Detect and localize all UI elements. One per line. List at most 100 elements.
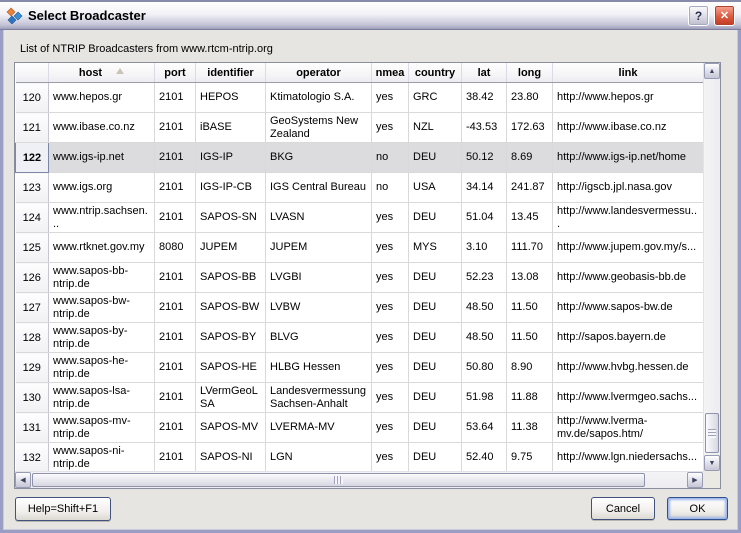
- operator-cell[interactable]: LVASN: [266, 203, 372, 233]
- link-cell[interactable]: http://www.jupem.gov.my/s...: [553, 233, 704, 263]
- scroll-down-button[interactable]: ▼: [704, 455, 720, 471]
- country-cell[interactable]: DEU: [409, 263, 462, 293]
- lat-cell[interactable]: 52.40: [462, 443, 507, 472]
- host-cell[interactable]: www.sapos-bb-ntrip.de: [49, 263, 155, 293]
- operator-cell[interactable]: BKG: [266, 143, 372, 173]
- operator-cell[interactable]: GeoSystems New Zealand: [266, 113, 372, 143]
- cancel-button[interactable]: Cancel: [591, 497, 655, 520]
- table-row[interactable]: 121www.ibase.co.nz2101iBASEGeoSystems Ne…: [16, 113, 704, 143]
- row-number[interactable]: 129: [16, 353, 49, 383]
- nmea-cell[interactable]: yes: [372, 263, 409, 293]
- horizontal-scrollbar[interactable]: ◀ ▶: [15, 471, 703, 488]
- country-cell[interactable]: USA: [409, 173, 462, 203]
- row-number[interactable]: 120: [16, 83, 49, 113]
- row-number[interactable]: 124: [16, 203, 49, 233]
- country-cell[interactable]: DEU: [409, 383, 462, 413]
- nmea-cell[interactable]: no: [372, 173, 409, 203]
- lat-cell[interactable]: 50.12: [462, 143, 507, 173]
- lat-cell[interactable]: 51.98: [462, 383, 507, 413]
- row-number[interactable]: 132: [16, 443, 49, 472]
- host-cell[interactable]: www.sapos-ni-ntrip.de: [49, 443, 155, 472]
- ok-button[interactable]: OK: [667, 497, 728, 520]
- port-cell[interactable]: 2101: [155, 293, 196, 323]
- country-cell[interactable]: GRC: [409, 83, 462, 113]
- host-cell[interactable]: www.sapos-bw-ntrip.de: [49, 293, 155, 323]
- nmea-cell[interactable]: yes: [372, 383, 409, 413]
- table-row[interactable]: 122www.igs-ip.net2101IGS-IPBKGnoDEU50.12…: [16, 143, 704, 173]
- host-cell[interactable]: www.sapos-lsa-ntrip.de: [49, 383, 155, 413]
- link-cell[interactable]: http://www.landesvermessu...: [553, 203, 704, 233]
- operator-cell[interactable]: HLBG Hessen: [266, 353, 372, 383]
- port-cell[interactable]: 2101: [155, 203, 196, 233]
- link-cell[interactable]: http://www.hvbg.hessen.de: [553, 353, 704, 383]
- lat-cell[interactable]: 50.80: [462, 353, 507, 383]
- nmea-cell[interactable]: yes: [372, 413, 409, 443]
- port-cell[interactable]: 2101: [155, 143, 196, 173]
- table-row[interactable]: 128www.sapos-by-ntrip.de2101SAPOS-BYBLVG…: [16, 323, 704, 353]
- identifier-cell[interactable]: HEPOS: [196, 83, 266, 113]
- column-header-country[interactable]: country: [409, 63, 462, 83]
- host-cell[interactable]: www.igs.org: [49, 173, 155, 203]
- vertical-scrollbar[interactable]: ▲ ▼: [703, 63, 720, 471]
- row-number[interactable]: 123: [16, 173, 49, 203]
- link-cell[interactable]: http://www.lvermgeo.sachs...: [553, 383, 704, 413]
- identifier-cell[interactable]: SAPOS-MV: [196, 413, 266, 443]
- host-cell[interactable]: www.sapos-by-ntrip.de: [49, 323, 155, 353]
- long-cell[interactable]: 13.45: [507, 203, 553, 233]
- host-cell[interactable]: www.ibase.co.nz: [49, 113, 155, 143]
- port-cell[interactable]: 2101: [155, 173, 196, 203]
- lat-cell[interactable]: 48.50: [462, 323, 507, 353]
- link-cell[interactable]: http://sapos.bayern.de: [553, 323, 704, 353]
- identifier-cell[interactable]: SAPOS-SN: [196, 203, 266, 233]
- identifier-cell[interactable]: SAPOS-BY: [196, 323, 266, 353]
- long-cell[interactable]: 8.69: [507, 143, 553, 173]
- row-number[interactable]: 128: [16, 323, 49, 353]
- host-cell[interactable]: www.rtknet.gov.my: [49, 233, 155, 263]
- link-cell[interactable]: http://www.lverma-mv.de/sapos.htm/: [553, 413, 704, 443]
- table-row[interactable]: 132www.sapos-ni-ntrip.de2101SAPOS-NILGNy…: [16, 443, 704, 472]
- nmea-cell[interactable]: yes: [372, 293, 409, 323]
- row-number[interactable]: 131: [16, 413, 49, 443]
- port-cell[interactable]: 2101: [155, 413, 196, 443]
- operator-cell[interactable]: BLVG: [266, 323, 372, 353]
- country-cell[interactable]: DEU: [409, 323, 462, 353]
- horizontal-scrollbar-thumb[interactable]: [32, 473, 645, 487]
- port-cell[interactable]: 2101: [155, 323, 196, 353]
- long-cell[interactable]: 111.70: [507, 233, 553, 263]
- lat-cell[interactable]: 38.42: [462, 83, 507, 113]
- titlebar-help-button[interactable]: ?: [688, 5, 709, 26]
- link-cell[interactable]: http://www.sapos-bw.de: [553, 293, 704, 323]
- table-row[interactable]: 129www.sapos-he-ntrip.de2101SAPOS-HEHLBG…: [16, 353, 704, 383]
- help-button[interactable]: Help=Shift+F1: [15, 497, 111, 521]
- long-cell[interactable]: 11.50: [507, 323, 553, 353]
- column-header-operator[interactable]: operator: [266, 63, 372, 83]
- table-row[interactable]: 125www.rtknet.gov.my8080JUPEMJUPEMyesMYS…: [16, 233, 704, 263]
- column-header-long[interactable]: long: [507, 63, 553, 83]
- operator-cell[interactable]: JUPEM: [266, 233, 372, 263]
- identifier-cell[interactable]: SAPOS-HE: [196, 353, 266, 383]
- scroll-left-button[interactable]: ◀: [15, 472, 31, 488]
- identifier-cell[interactable]: iBASE: [196, 113, 266, 143]
- nmea-cell[interactable]: yes: [372, 443, 409, 472]
- operator-cell[interactable]: IGS Central Bureau: [266, 173, 372, 203]
- country-cell[interactable]: DEU: [409, 413, 462, 443]
- operator-cell[interactable]: LVBW: [266, 293, 372, 323]
- port-cell[interactable]: 2101: [155, 353, 196, 383]
- column-header-link[interactable]: link: [553, 63, 704, 83]
- long-cell[interactable]: 241.87: [507, 173, 553, 203]
- nmea-cell[interactable]: yes: [372, 83, 409, 113]
- long-cell[interactable]: 23.80: [507, 83, 553, 113]
- column-header-corner[interactable]: [16, 63, 49, 83]
- table-row[interactable]: 124www.ntrip.sachsen...2101SAPOS-SNLVASN…: [16, 203, 704, 233]
- column-header-nmea[interactable]: nmea: [372, 63, 409, 83]
- scroll-right-button[interactable]: ▶: [687, 472, 703, 488]
- long-cell[interactable]: 11.38: [507, 413, 553, 443]
- operator-cell[interactable]: LGN: [266, 443, 372, 472]
- column-header-port[interactable]: port: [155, 63, 196, 83]
- row-number[interactable]: 127: [16, 293, 49, 323]
- link-cell[interactable]: http://www.igs-ip.net/home: [553, 143, 704, 173]
- nmea-cell[interactable]: yes: [372, 203, 409, 233]
- country-cell[interactable]: DEU: [409, 143, 462, 173]
- lat-cell[interactable]: 52.23: [462, 263, 507, 293]
- row-number[interactable]: 125: [16, 233, 49, 263]
